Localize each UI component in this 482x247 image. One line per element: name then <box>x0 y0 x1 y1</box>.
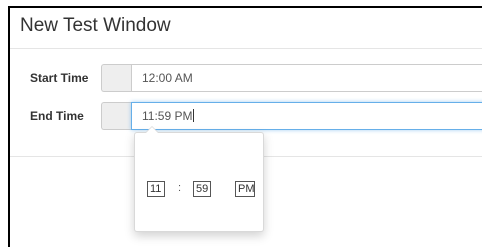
modal-header: New Test Window <box>10 8 482 49</box>
test-window-modal: New Test Window Start Time 12:00 AM End … <box>8 6 482 247</box>
start-time-clock-addon[interactable] <box>101 64 131 92</box>
meridian-input[interactable]: PM <box>235 181 255 197</box>
minute-input[interactable]: 59 <box>193 181 211 197</box>
end-time-clock-addon[interactable] <box>101 102 131 130</box>
end-time-label: End Time <box>30 109 84 123</box>
time-separator: : <box>178 182 182 194</box>
start-time-value: 12:00 AM <box>142 71 193 85</box>
end-time-value: 11:59 PM <box>142 109 193 123</box>
modal-title: New Test Window <box>20 15 171 36</box>
time-picker-popover: 11 : 59 PM <box>134 126 264 232</box>
start-time-input[interactable]: 12:00 AM <box>131 64 482 92</box>
text-caret <box>193 109 195 122</box>
hour-input[interactable]: 11 <box>147 181 165 197</box>
start-time-label: Start Time <box>30 71 89 85</box>
end-time-input[interactable]: 11:59 PM <box>131 102 482 130</box>
popover-arrow-inner <box>146 127 158 133</box>
